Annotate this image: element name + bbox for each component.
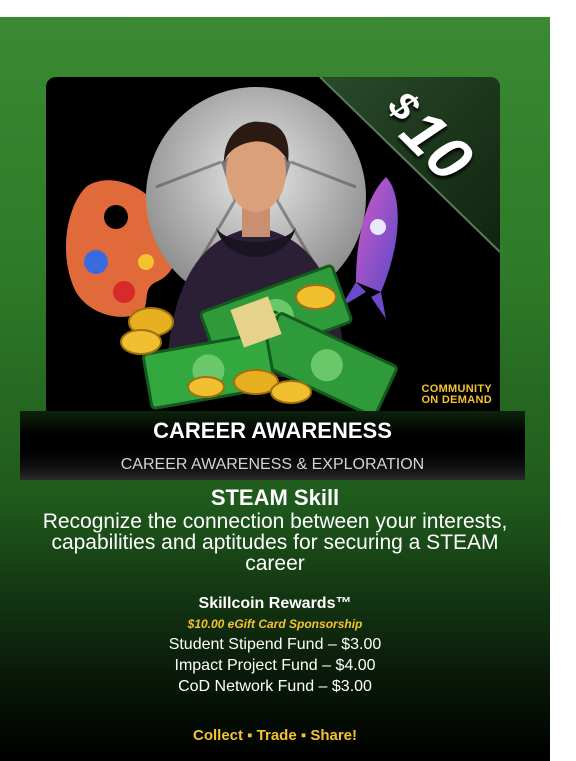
skill-description: Recognize the connection between your in… bbox=[42, 510, 508, 575]
sponsorship-text: $10.00 eGift Card Sponsorship bbox=[187, 617, 363, 631]
card-artwork: $10 COMMUNITY ON DEMAND bbox=[46, 77, 500, 412]
call-to-action: Collect ▪ Trade ▪ Share! bbox=[192, 727, 358, 744]
price-tag: $10 bbox=[320, 77, 500, 257]
fund-cod-network: CoD Network Fund – $3.00 bbox=[178, 678, 372, 695]
skill-heading: STEAM Skill bbox=[210, 485, 340, 510]
skill-card: $10 COMMUNITY ON DEMAND CAREER AWARENESS… bbox=[0, 17, 550, 761]
funds-list: Student Stipend Fund – $3.00 Impact Proj… bbox=[0, 634, 550, 697]
card-title: CAREER AWARENESS bbox=[20, 411, 525, 451]
rewards-heading: Skillcoin Rewards™ bbox=[198, 595, 352, 612]
fund-student-stipend: Student Stipend Fund – $3.00 bbox=[168, 636, 382, 653]
community-on-demand-logo: COMMUNITY ON DEMAND bbox=[421, 383, 492, 406]
card-subtitle: CAREER AWARENESS & EXPLORATION bbox=[20, 451, 525, 480]
fund-impact-project: Impact Project Fund – $4.00 bbox=[174, 657, 376, 674]
